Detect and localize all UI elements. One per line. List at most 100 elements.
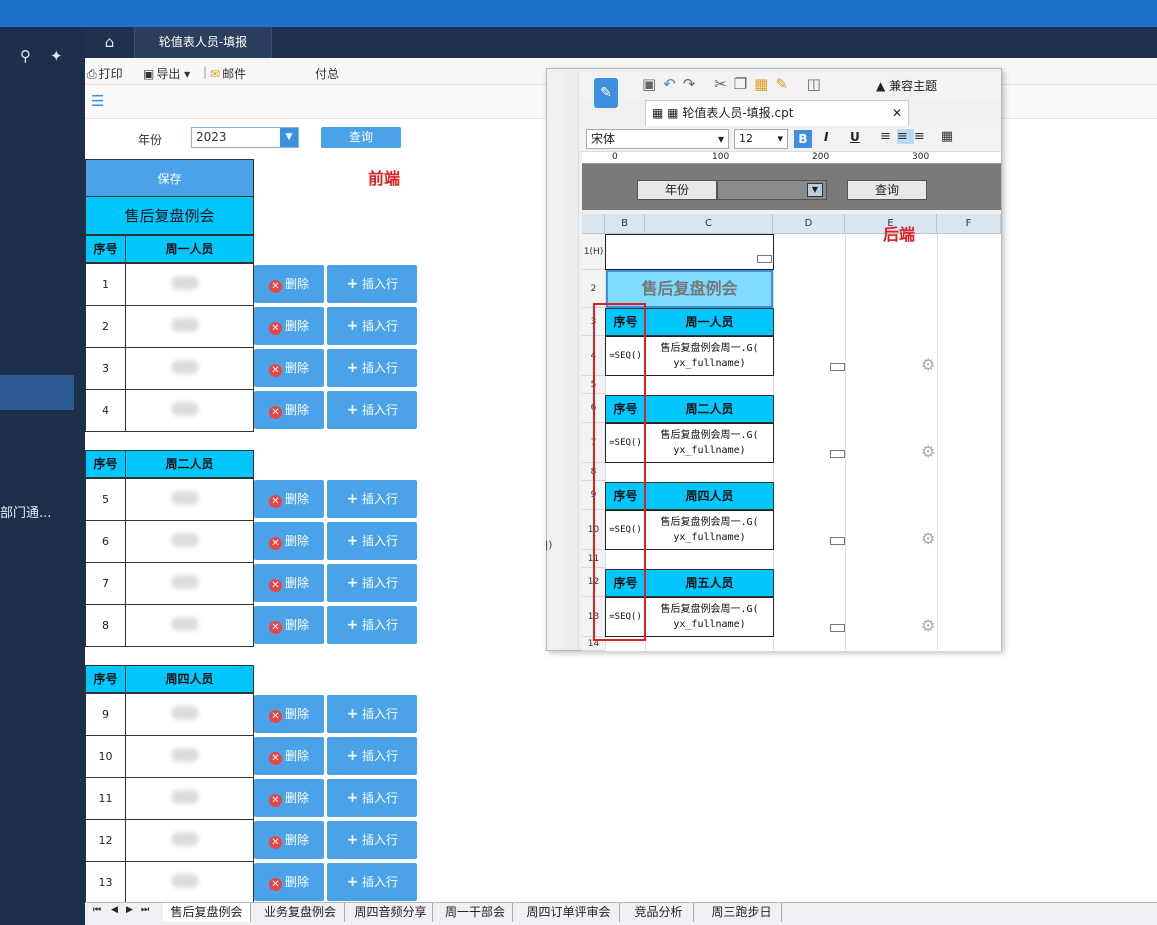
- name-cell[interactable]: [125, 819, 254, 862]
- insert-row-button[interactable]: + 插入行: [327, 480, 417, 518]
- undo-icon[interactable]: ↶: [663, 75, 683, 93]
- name-cell[interactable]: [125, 693, 254, 736]
- column-header[interactable]: D: [773, 214, 845, 234]
- name-cell[interactable]: [125, 735, 254, 778]
- sheet-tab[interactable]: 周四音频分享: [349, 903, 433, 922]
- sheet-tab[interactable]: 周四订单评审会: [518, 903, 620, 922]
- designer-doc-icon[interactable]: ✎: [594, 78, 618, 108]
- name-cell[interactable]: [125, 562, 254, 605]
- insert-row-button[interactable]: + 插入行: [327, 779, 417, 817]
- chevron-down-icon[interactable]: ▼: [807, 183, 823, 197]
- align-center-icon[interactable]: ≡: [896, 129, 914, 144]
- name-cell[interactable]: [125, 347, 254, 390]
- insert-row-button[interactable]: + 插入行: [327, 564, 417, 602]
- sheet-nav-first-icon[interactable]: ⏮: [93, 905, 101, 915]
- close-icon[interactable]: ✕: [892, 101, 902, 125]
- underline-button[interactable]: U: [850, 130, 860, 144]
- border-icon[interactable]: ▦: [941, 129, 959, 144]
- param-query-button[interactable]: 查询: [847, 180, 927, 200]
- copy-icon[interactable]: ❐: [734, 75, 754, 93]
- delete-button[interactable]: ✕ 删除: [254, 863, 324, 901]
- font-select[interactable]: 宋体 ▾: [586, 129, 729, 149]
- save-button[interactable]: 保存: [85, 159, 254, 197]
- insert-row-button[interactable]: + 插入行: [327, 737, 417, 775]
- cut-icon[interactable]: ✂: [714, 75, 734, 93]
- gear-icon[interactable]: ⚙: [921, 442, 935, 461]
- sheet-tab[interactable]: 周一干部会: [438, 903, 513, 922]
- param-year-field[interactable]: ▼: [717, 180, 827, 200]
- align-tools[interactable]: ≡≡≡ ▦: [880, 129, 959, 144]
- name-cell[interactable]: [125, 604, 254, 647]
- sidebar-selected-item[interactable]: [0, 375, 74, 410]
- name-cell[interactable]: [125, 389, 254, 432]
- sheet-nav-last-icon[interactable]: ⏭: [141, 905, 149, 915]
- delete-button[interactable]: ✕ 删除: [254, 307, 324, 345]
- delete-button[interactable]: ✕ 删除: [254, 821, 324, 859]
- insert-row-button[interactable]: + 插入行: [327, 391, 417, 429]
- designer-edit-tools[interactable]: ▣↶↷ ✂❐▦✎ ◫: [642, 75, 828, 93]
- chevron-down-icon[interactable]: ▼: [280, 128, 298, 147]
- delete-button[interactable]: ✕ 删除: [254, 564, 324, 602]
- name-cell[interactable]: [125, 520, 254, 563]
- designer-data-formula[interactable]: 售后复盘例会周一.G(yx_fullname): [645, 336, 774, 376]
- delete-button[interactable]: ✕ 删除: [254, 480, 324, 518]
- align-right-icon[interactable]: ≡: [914, 129, 931, 144]
- mail-button[interactable]: ✉ 邮件: [210, 65, 246, 82]
- preview-icon[interactable]: ◫: [807, 75, 828, 93]
- sheet-nav-next-icon[interactable]: ▶: [126, 905, 133, 915]
- insert-row-button[interactable]: + 插入行: [327, 695, 417, 733]
- name-cell[interactable]: [125, 263, 254, 306]
- insert-row-button[interactable]: + 插入行: [327, 265, 417, 303]
- gear-icon[interactable]: ⚙: [921, 529, 935, 548]
- align-left-icon[interactable]: ≡: [880, 129, 897, 144]
- insert-row-button[interactable]: + 插入行: [327, 307, 417, 345]
- insert-row-button[interactable]: + 插入行: [327, 606, 417, 644]
- italic-button[interactable]: I: [824, 130, 828, 144]
- search-icon[interactable]: ⚲: [20, 47, 31, 65]
- pin-icon[interactable]: ✦: [50, 47, 63, 65]
- insert-row-button[interactable]: + 插入行: [327, 349, 417, 387]
- widget-icon[interactable]: [830, 624, 845, 632]
- year-select[interactable]: 2023 ▼: [191, 127, 299, 148]
- export-button[interactable]: ▣ 导出 ▾: [143, 65, 190, 82]
- size-select[interactable]: 12 ▾: [734, 129, 788, 149]
- designer-data-formula[interactable]: 售后复盘例会周一.G(yx_fullname): [645, 510, 774, 550]
- sheet-tab[interactable]: 竞品分析: [624, 903, 694, 922]
- widget-icon[interactable]: [830, 450, 845, 458]
- sheet-tab[interactable]: 业务复盘例会: [256, 903, 345, 922]
- delete-button[interactable]: ✕ 删除: [254, 391, 324, 429]
- name-cell[interactable]: [125, 777, 254, 820]
- sliders-icon[interactable]: ☰: [91, 92, 104, 110]
- gear-icon[interactable]: ⚙: [921, 355, 935, 374]
- print-button[interactable]: ⎙ 打印: [87, 65, 123, 82]
- column-header[interactable]: B: [605, 214, 645, 234]
- bold-button[interactable]: B: [794, 130, 812, 148]
- designer-file-tab[interactable]: ▦ ▦ 轮值表人员-填报.cpt ✕: [645, 100, 909, 126]
- theme-button[interactable]: ▲ 兼容主题: [876, 77, 937, 94]
- home-tab[interactable]: ⌂: [85, 27, 135, 58]
- insert-row-button[interactable]: + 插入行: [327, 522, 417, 560]
- designer-data-formula[interactable]: 售后复盘例会周一.G(yx_fullname): [645, 423, 774, 463]
- column-header[interactable]: C: [645, 214, 773, 234]
- column-header[interactable]: F: [937, 214, 1001, 234]
- widget-icon[interactable]: [757, 255, 772, 263]
- sheet-tab[interactable]: 售后复盘例会: [163, 903, 251, 922]
- designer-data-formula[interactable]: 售后复盘例会周一.G(yx_fullname): [645, 597, 774, 637]
- widget-icon[interactable]: [830, 363, 845, 371]
- delete-button[interactable]: ✕ 删除: [254, 737, 324, 775]
- sheet-tab[interactable]: 周三跑步日: [702, 903, 782, 922]
- tab-report[interactable]: 轮值表人员-填报: [135, 27, 272, 58]
- sidebar-item-dept[interactable]: 部门通...: [0, 502, 51, 521]
- query-button[interactable]: 查询: [321, 127, 401, 148]
- designer-scrollbar[interactable]: [563, 72, 579, 650]
- redo-icon[interactable]: ↷: [683, 75, 703, 93]
- brush-icon[interactable]: ✎: [775, 75, 795, 93]
- paste-icon[interactable]: ▦: [754, 75, 775, 93]
- name-cell[interactable]: [125, 478, 254, 521]
- widget-icon[interactable]: [830, 537, 845, 545]
- save-icon[interactable]: ▣: [642, 75, 663, 93]
- delete-button[interactable]: ✕ 删除: [254, 606, 324, 644]
- delete-button[interactable]: ✕ 删除: [254, 265, 324, 303]
- delete-button[interactable]: ✕ 删除: [254, 349, 324, 387]
- delete-button[interactable]: ✕ 删除: [254, 779, 324, 817]
